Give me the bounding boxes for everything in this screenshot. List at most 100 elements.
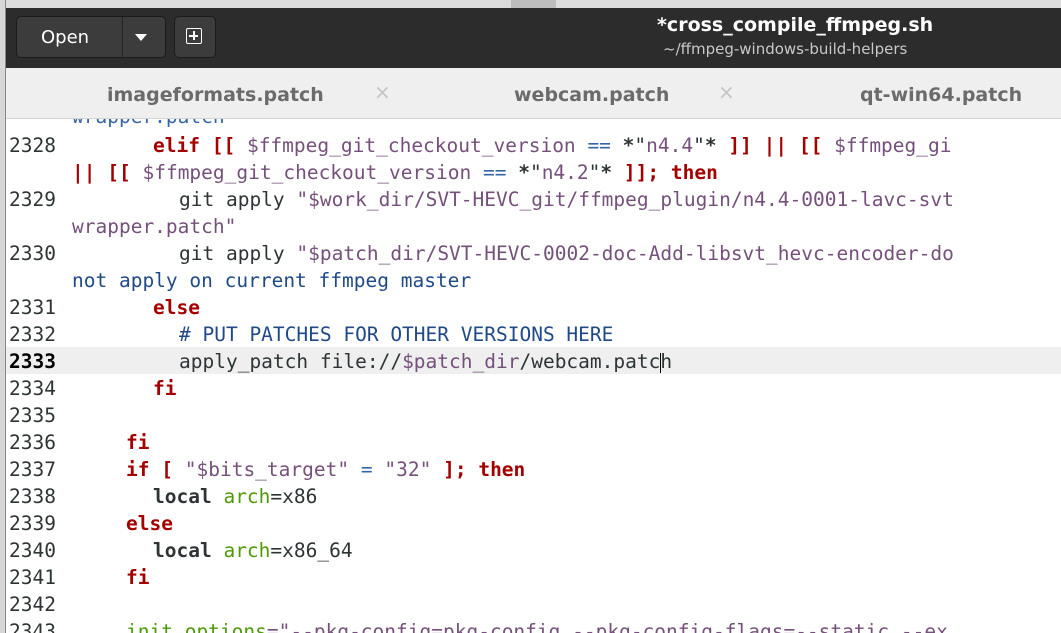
code-line: fi [153, 377, 177, 400]
keyword: [[ [107, 161, 131, 184]
line-number: 2336 [9, 431, 56, 454]
tab-webcam-patch[interactable]: webcam.patch × [406, 68, 746, 118]
operator: == [587, 134, 611, 157]
code-line: git apply "$patch_dir/SVT-HEVC-0002-doc-… [179, 242, 954, 265]
line-number: 2329 [9, 188, 56, 211]
keyword: elif [153, 134, 200, 157]
variable: $bits_target [196, 458, 338, 481]
variable-name: arch [223, 485, 271, 508]
header-bar: Open *cross_compile_ffmpeg.sh ~/ffmpeg-w… [6, 0, 1061, 68]
code-line-wrap: wrapper.patch" [72, 215, 237, 238]
new-document-icon [186, 28, 202, 44]
string-value: ="--pkg-config=pkg-config --pkg-config-f… [266, 620, 948, 633]
keyword: [[ [798, 134, 823, 157]
code-line: fi [126, 431, 150, 454]
variable: $patch_dir [402, 350, 520, 373]
tab-label: qt-win64.patch [860, 84, 1023, 106]
line-number: 2340 [9, 539, 56, 562]
keyword: || [72, 161, 96, 184]
command: apply_patch file:// [179, 350, 403, 373]
tab-label: imageformats.patch [107, 84, 324, 106]
string-value: n4.2 [541, 161, 589, 184]
code-line-wrap: not apply on current ffmpeg master [72, 269, 472, 292]
quote: " [184, 458, 197, 481]
command: git apply [179, 188, 285, 211]
code-line: if [ "$bits_target" = "32" ]; then [126, 458, 525, 481]
tab-qt-win64-patch[interactable]: qt-win64.patch [746, 68, 1061, 118]
quote: " [296, 242, 309, 265]
operator: = [360, 458, 373, 481]
tab-label: webcam.patch [514, 84, 670, 106]
line-number-current: 2333 [9, 350, 56, 373]
keyword: local [153, 485, 212, 508]
close-icon[interactable]: × [718, 80, 735, 104]
assignment: =x86_64 [270, 539, 353, 562]
quote: " [296, 188, 309, 211]
new-document-button[interactable] [174, 16, 216, 58]
code-comment: # PUT PATCHES FOR OTHER VERSIONS HERE [179, 323, 614, 346]
code-line-wrap: wrapper.patch [72, 119, 225, 128]
code-line: else [126, 512, 173, 535]
operator: == [482, 161, 507, 184]
glob: * [622, 134, 635, 157]
chevron-down-icon[interactable] [135, 34, 147, 41]
keyword: if [126, 458, 150, 481]
line-number: 2343 [9, 620, 56, 633]
keyword: [[ [211, 134, 236, 157]
path-text: /webcam.patc [519, 350, 661, 373]
line-number: 2331 [9, 296, 56, 319]
code-line-wrap: || [[ $ffmpeg_git_checkout_version == *"… [72, 161, 718, 184]
string-value: /SVT-HEVC-0002-doc-Add-libsvt_hevc-encod… [425, 242, 954, 265]
line-number: 2342 [9, 593, 56, 616]
variable: $patch_dir [308, 242, 426, 265]
code-line-current: apply_patch file://$patch_dir/webcam.pat… [179, 350, 672, 373]
window-title: *cross_compile_ffmpeg.sh [657, 14, 934, 36]
line-number: 2335 [9, 404, 56, 427]
assignment: =x86 [270, 485, 318, 508]
tab-bar: imageformats.patch × webcam.patch × qt-w… [6, 68, 1061, 119]
keyword: ]]; [623, 161, 660, 184]
keyword: local [153, 539, 212, 562]
close-icon[interactable]: × [374, 80, 391, 104]
glob: * [600, 161, 613, 184]
text-editor[interactable]: wrapper.patch 2328 2329 2330 2331 2332 2… [6, 119, 1061, 633]
quote: " [337, 458, 350, 481]
keyword: then [478, 458, 526, 481]
line-number: 2337 [9, 458, 56, 481]
open-button-separator [122, 17, 123, 57]
open-button[interactable]: Open [16, 16, 166, 58]
window-top-edge [6, 0, 1061, 8]
open-button-label: Open [41, 27, 90, 48]
line-number: 2330 [9, 242, 56, 265]
code-line: local arch=x86_64 [153, 539, 353, 562]
string-value: /SVT-HEVC_git/ffmpeg_plugin/n4.4-0001-la… [413, 188, 954, 211]
path-text: h [660, 350, 673, 373]
keyword: || [763, 134, 788, 157]
variable-name: arch [223, 539, 271, 562]
keyword: then [670, 161, 718, 184]
string-value: n4.4 [646, 134, 694, 157]
line-number: 2338 [9, 485, 56, 508]
glob: * [518, 161, 530, 184]
line-number: 2339 [9, 512, 56, 535]
keyword: ]; [443, 458, 467, 481]
variable: $ffmpeg_gi [834, 134, 952, 157]
window-subtitle: ~/ffmpeg-windows-build-helpers [663, 40, 908, 58]
line-number: 2328 [9, 134, 56, 157]
variable: $work_dir [308, 188, 414, 211]
code-line: local arch=x86 [153, 485, 317, 508]
string-value: "32" [384, 458, 432, 481]
tab-imageformats-patch[interactable]: imageformats.patch × [6, 68, 406, 118]
variable-name: init_options [126, 620, 267, 633]
code-line: init_options="--pkg-config=pkg-config --… [126, 620, 948, 633]
glob: * [704, 134, 717, 157]
keyword: [ [161, 458, 173, 481]
line-number: 2341 [9, 566, 56, 589]
code-line: else [153, 296, 200, 319]
keyword: ]] [728, 134, 752, 157]
line-number: 2334 [9, 377, 56, 400]
gedit-window: Open *cross_compile_ffmpeg.sh ~/ffmpeg-w… [5, 0, 1061, 633]
code-line: fi [126, 566, 150, 589]
command: git apply [179, 242, 285, 265]
code-line: elif [[ $ffmpeg_git_checkout_version == … [153, 134, 952, 157]
